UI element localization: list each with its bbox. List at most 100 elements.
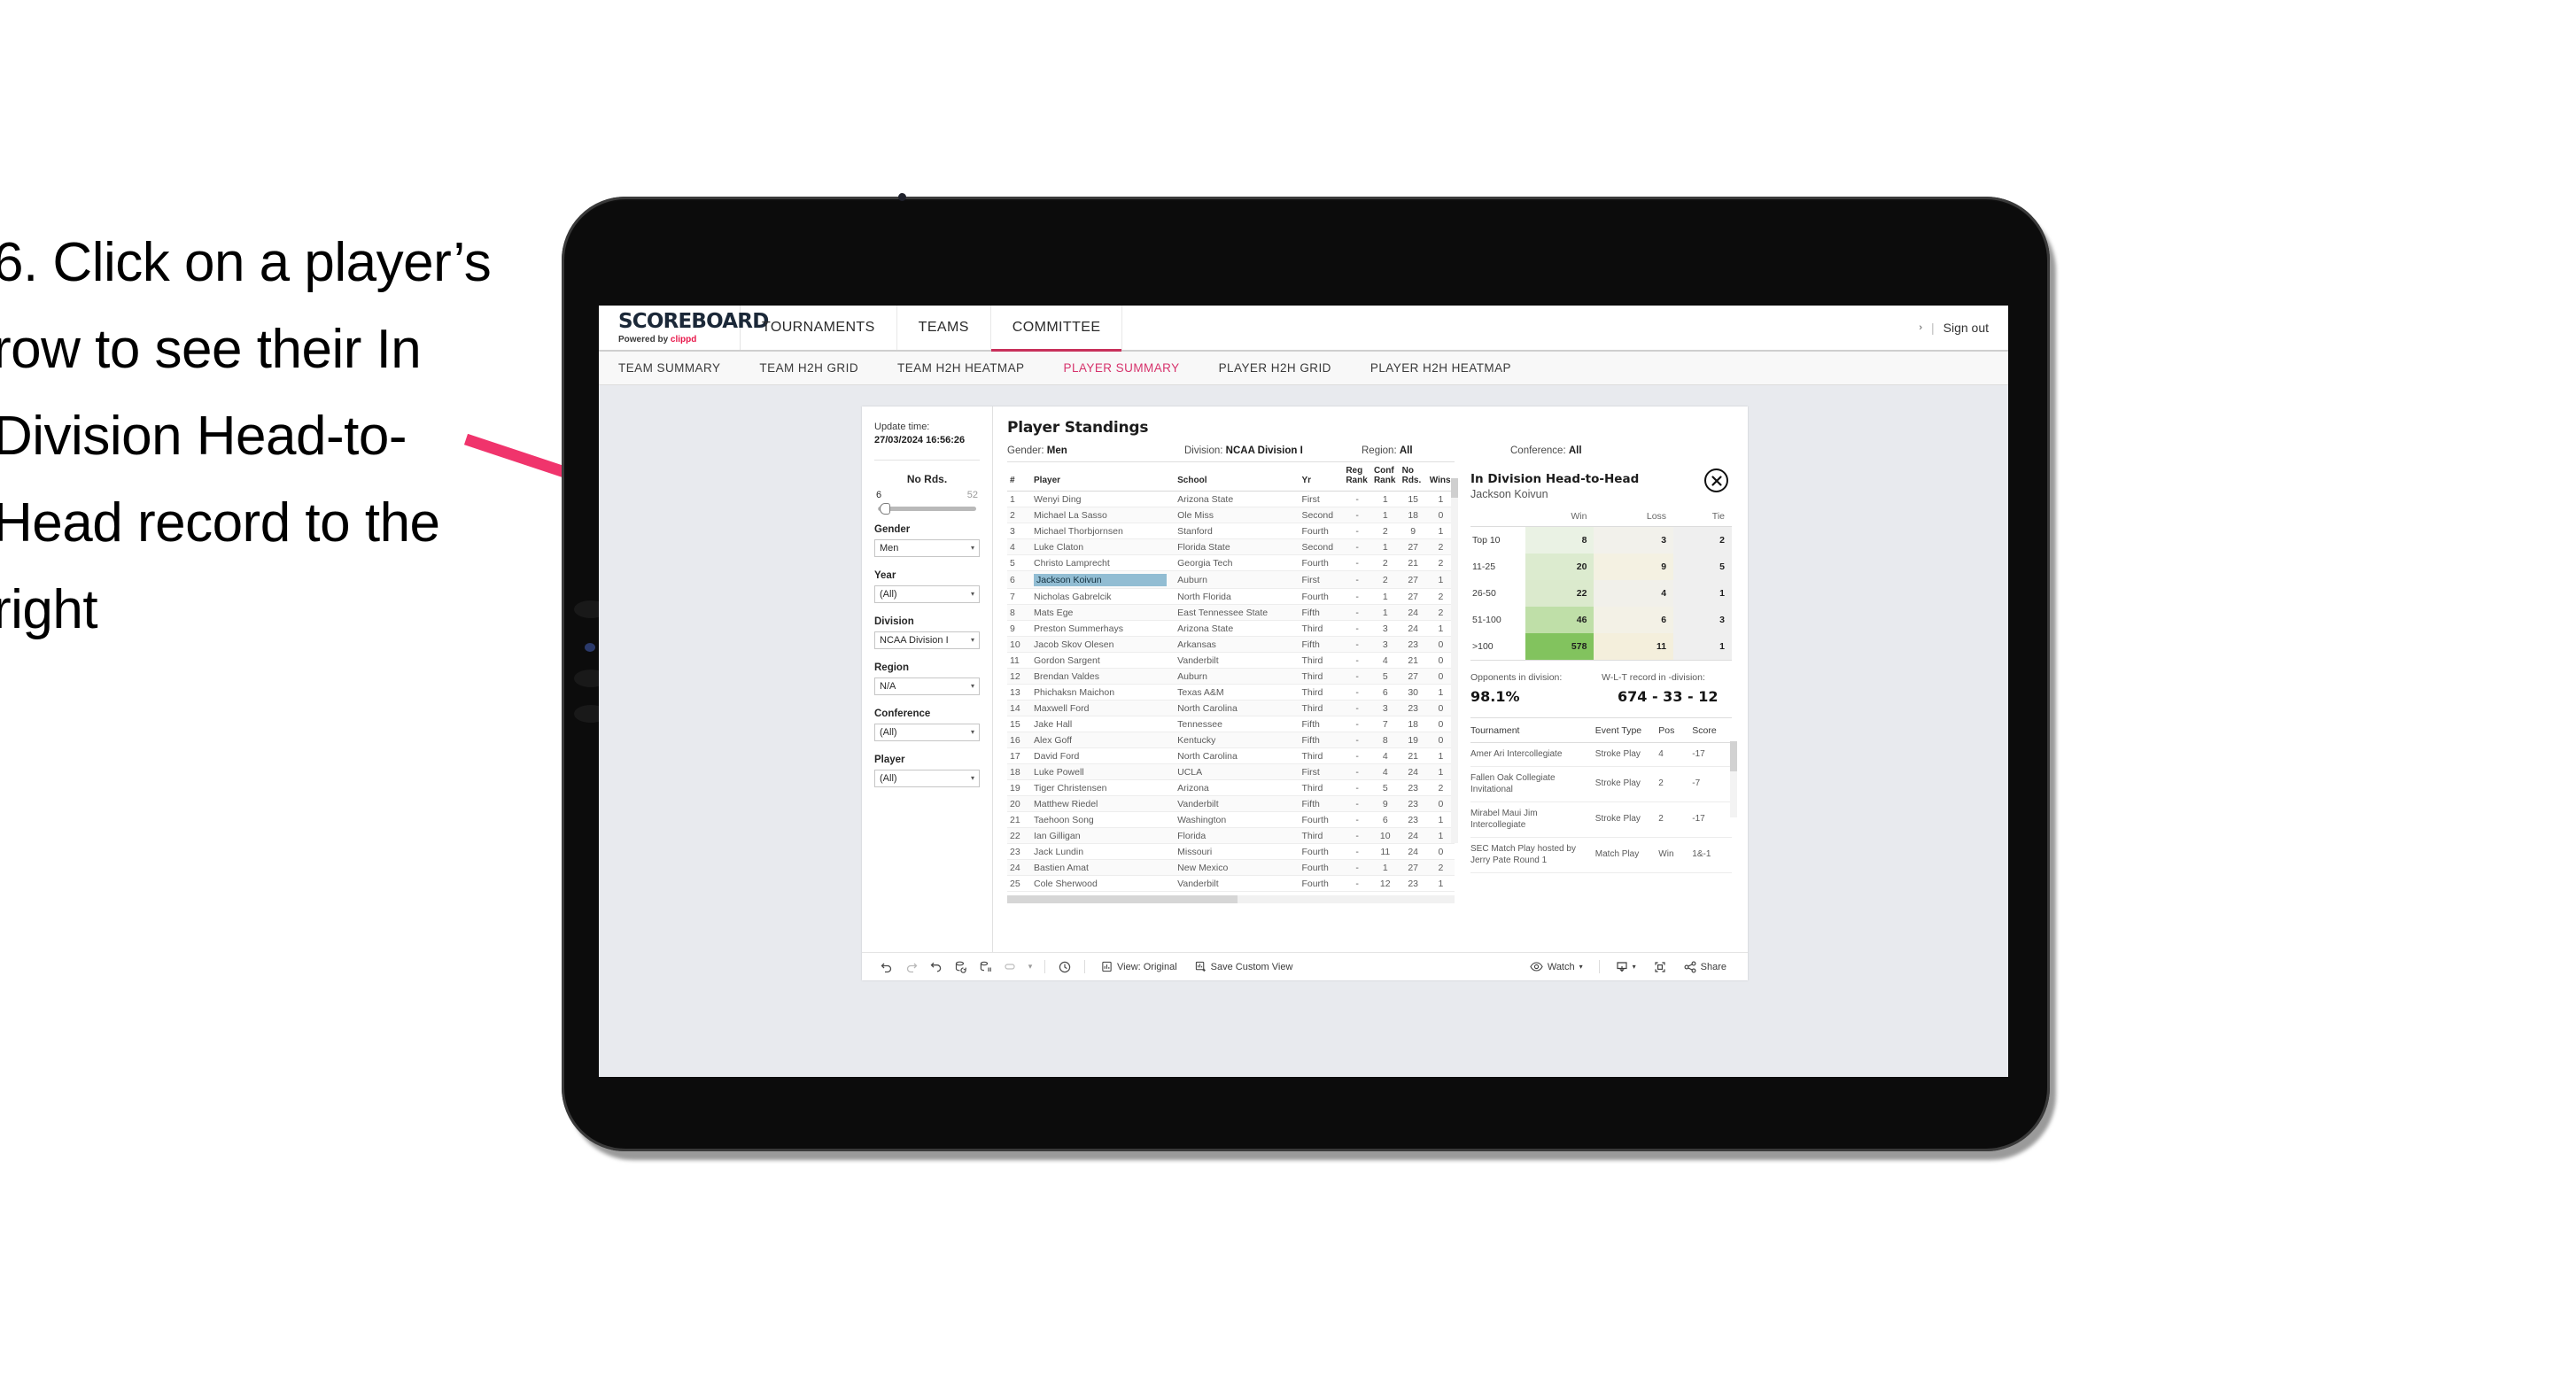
table-row[interactable]: 9 Preston Summerhays Arizona State Third -3 2… [1007, 620, 1455, 637]
list-item[interactable]: SEC Match Play hosted by Jerry Pate Roun… [1470, 837, 1732, 873]
table-row[interactable]: 10 Jacob Skov Olesen Arkansas Fifth -3 23 0 [1007, 636, 1455, 653]
table-row[interactable]: 5 Christo Lamprecht Georgia Tech Fourth -2 21… [1007, 554, 1455, 571]
table-row[interactable]: 3 Michael Thorbjornsen Stanford Fourth -2 9 1 [1007, 523, 1455, 539]
tournaments-header-row: Tournament Event Type Pos Score [1470, 718, 1732, 743]
refresh-data-icon[interactable] [949, 955, 974, 979]
col-no-rds[interactable]: No Rds. [1399, 462, 1427, 492]
chevron-down-icon[interactable]: ▾ [1023, 955, 1037, 979]
table-row[interactable]: 25 Cole Sherwood Vanderbilt Fourth -12 23 1 [1007, 875, 1455, 892]
subtab-player-summary[interactable]: PLAYER SUMMARY [1064, 361, 1199, 375]
table-row[interactable]: 22 Ian Gilligan Florida Third -10 24 1 [1007, 827, 1455, 844]
col-score[interactable]: Score [1692, 718, 1732, 743]
nav-tab-teams[interactable]: TEAMS [897, 306, 991, 350]
subtab-team-h2h-heatmap[interactable]: TEAM H2H HEATMAP [897, 361, 1044, 375]
meta-gender: Gender: Men [1007, 445, 1184, 456]
close-circle-icon[interactable] [1704, 468, 1728, 492]
subtab-team-h2h-grid[interactable]: TEAM H2H GRID [759, 361, 878, 375]
cell-rank: 15 [1007, 716, 1032, 732]
scrollbar-thumb[interactable] [1007, 895, 1238, 903]
scrollbar-thumb[interactable] [1730, 741, 1737, 771]
table-row[interactable]: 16 Alex Goff Kentucky Fifth -8 19 0 [1007, 732, 1455, 748]
col-event-type[interactable]: Event Type [1594, 718, 1659, 743]
save-custom-view-button[interactable]: Save Custom View [1186, 961, 1302, 972]
table-row[interactable]: 1 Wenyi Ding Arizona State First -1 15 1 [1007, 491, 1455, 507]
table-row[interactable]: 6 Jackson Koivun Auburn First -2 27 1 [1007, 570, 1455, 589]
table-row[interactable]: 2 Michael La Sasso Ole Miss Second -1 18 0 [1007, 507, 1455, 523]
cell-year: Third [1299, 684, 1344, 701]
fullscreen-button[interactable] [1645, 961, 1675, 973]
table-row[interactable]: 17 David Ford North Carolina Third -4 21 1 [1007, 747, 1455, 764]
table-row[interactable]: 4 Luke Claton Florida State Second -1 27 2 [1007, 538, 1455, 555]
undo-icon[interactable] [874, 955, 899, 979]
cell-player: Taehoon Song [1031, 811, 1175, 828]
filter-year-select[interactable]: (All) ▾ [874, 585, 980, 603]
table-row[interactable]: 20 Matthew Riedel Vanderbilt Fifth -9 23 0 [1007, 795, 1455, 812]
filter-player-label: Player [874, 754, 905, 765]
table-row[interactable]: 18 Luke Powell UCLA First -4 24 1 [1007, 763, 1455, 780]
zoom-icon[interactable] [998, 955, 1023, 979]
table-row[interactable]: 11 Gordon Sargent Vanderbilt Third -4 21 0 [1007, 652, 1455, 669]
cell-no-rds: 24 [1399, 827, 1427, 844]
h2h-row: 51-100 46 6 3 [1470, 607, 1732, 633]
col-conf-rank[interactable]: Conf Rank [1370, 462, 1400, 492]
redo-icon[interactable] [899, 955, 924, 979]
table-row[interactable]: 8 Mats Ege East Tennessee State Fifth -1 24 2 [1007, 604, 1455, 621]
col-pos[interactable]: Pos [1658, 718, 1693, 743]
sign-out-link[interactable]: Sign out [1944, 321, 1989, 335]
cell-year: First [1299, 491, 1344, 507]
cell-no-rds: 23 [1399, 795, 1427, 812]
app-logo[interactable]: SCOREBOARD Powered by clippd [599, 306, 769, 350]
subtab-player-h2h-grid[interactable]: PLAYER H2H GRID [1219, 361, 1351, 375]
table-row[interactable]: 12 Brendan Valdes Auburn Third -5 27 0 [1007, 668, 1455, 685]
filter-player-select[interactable]: (All) ▾ [874, 769, 980, 787]
list-item[interactable]: Amer Ari Intercollegiate Stroke Play 4 -17 [1470, 742, 1732, 767]
cell-player: Jack Lundin [1031, 843, 1175, 860]
nav-tab-tournaments[interactable]: TOURNAMENTS [741, 306, 897, 350]
tournaments-scrollbar[interactable] [1730, 741, 1737, 817]
subtab-team-summary[interactable]: TEAM SUMMARY [618, 361, 740, 375]
subtab-player-h2h-heatmap[interactable]: PLAYER H2H HEATMAP [1370, 361, 1531, 375]
list-item[interactable]: Fallen Oak Collegiate Invitational Stroke… [1470, 766, 1732, 802]
cell-reg-rank: - [1343, 620, 1371, 637]
col-player[interactable]: Player [1031, 462, 1175, 492]
tournaments-table: Tournament Event Type Pos Score Amer Ari… [1470, 718, 1732, 873]
share-button[interactable]: Share [1675, 961, 1735, 973]
cell-school: Arkansas [1175, 636, 1300, 653]
col-year[interactable]: Yr [1299, 462, 1344, 492]
h2h-win-cell: 46 [1525, 607, 1594, 633]
col-rank[interactable]: # [1007, 462, 1032, 492]
cell-rank: 3 [1007, 523, 1032, 539]
table-row[interactable]: 15 Jake Hall Tennessee Fifth -7 18 0 [1007, 716, 1455, 732]
table-row[interactable]: 13 Phichaksn Maichon Texas A&M Third -6 30 1 [1007, 684, 1455, 701]
table-row[interactable]: 23 Jack Lundin Missouri Fourth -11 24 0 [1007, 843, 1455, 860]
slider-handle[interactable] [880, 502, 890, 515]
cell-reg-rank: - [1343, 827, 1371, 844]
revert-icon[interactable] [924, 955, 949, 979]
history-icon[interactable] [1052, 955, 1077, 979]
filter-conference-select[interactable]: (All) ▾ [874, 723, 980, 741]
download-button[interactable]: ▾ [1607, 961, 1645, 973]
table-row[interactable]: 7 Nicholas Gabrelcik North Florida Fourth -1… [1007, 588, 1455, 605]
filter-region-select[interactable]: N/A ▾ [874, 677, 980, 695]
no-rounds-slider[interactable] [878, 502, 976, 515]
filter-gender-select[interactable]: Men ▾ [874, 538, 980, 557]
filter-division-select[interactable]: NCAA Division I ▾ [874, 631, 980, 649]
chevron-right-icon[interactable]: › [1919, 322, 1922, 333]
cell-no-rds: 27 [1399, 570, 1427, 589]
pause-updates-icon[interactable] [974, 955, 998, 979]
table-row[interactable]: 19 Tiger Christensen Arizona Third -5 23 2 [1007, 779, 1455, 796]
nav-tab-committee[interactable]: COMMITTEE [990, 306, 1123, 352]
col-tournament[interactable]: Tournament [1470, 718, 1595, 743]
cell-no-rds: 21 [1399, 554, 1427, 571]
cell-school: Florida State [1175, 538, 1300, 555]
table-row[interactable]: 24 Bastien Amat New Mexico Fourth -1 27 2 [1007, 859, 1455, 876]
table-row[interactable]: 21 Taehoon Song Washington Fourth -6 23 1 [1007, 811, 1455, 828]
col-school[interactable]: School [1175, 462, 1300, 492]
table-row[interactable]: 14 Maxwell Ford North Carolina Third -3 23 0 [1007, 700, 1455, 716]
col-reg-rank[interactable]: Reg Rank [1343, 462, 1371, 492]
watch-button[interactable]: Watch ▾ [1521, 961, 1592, 972]
standings-body: # Player School Yr Reg Rank Conf Rank No… [993, 461, 1748, 952]
view-original-button[interactable]: View: Original [1092, 961, 1186, 972]
standings-horizontal-scrollbar[interactable] [1007, 895, 1455, 903]
list-item[interactable]: Mirabel Maui Jim Intercollegiate Stroke P… [1470, 801, 1732, 838]
